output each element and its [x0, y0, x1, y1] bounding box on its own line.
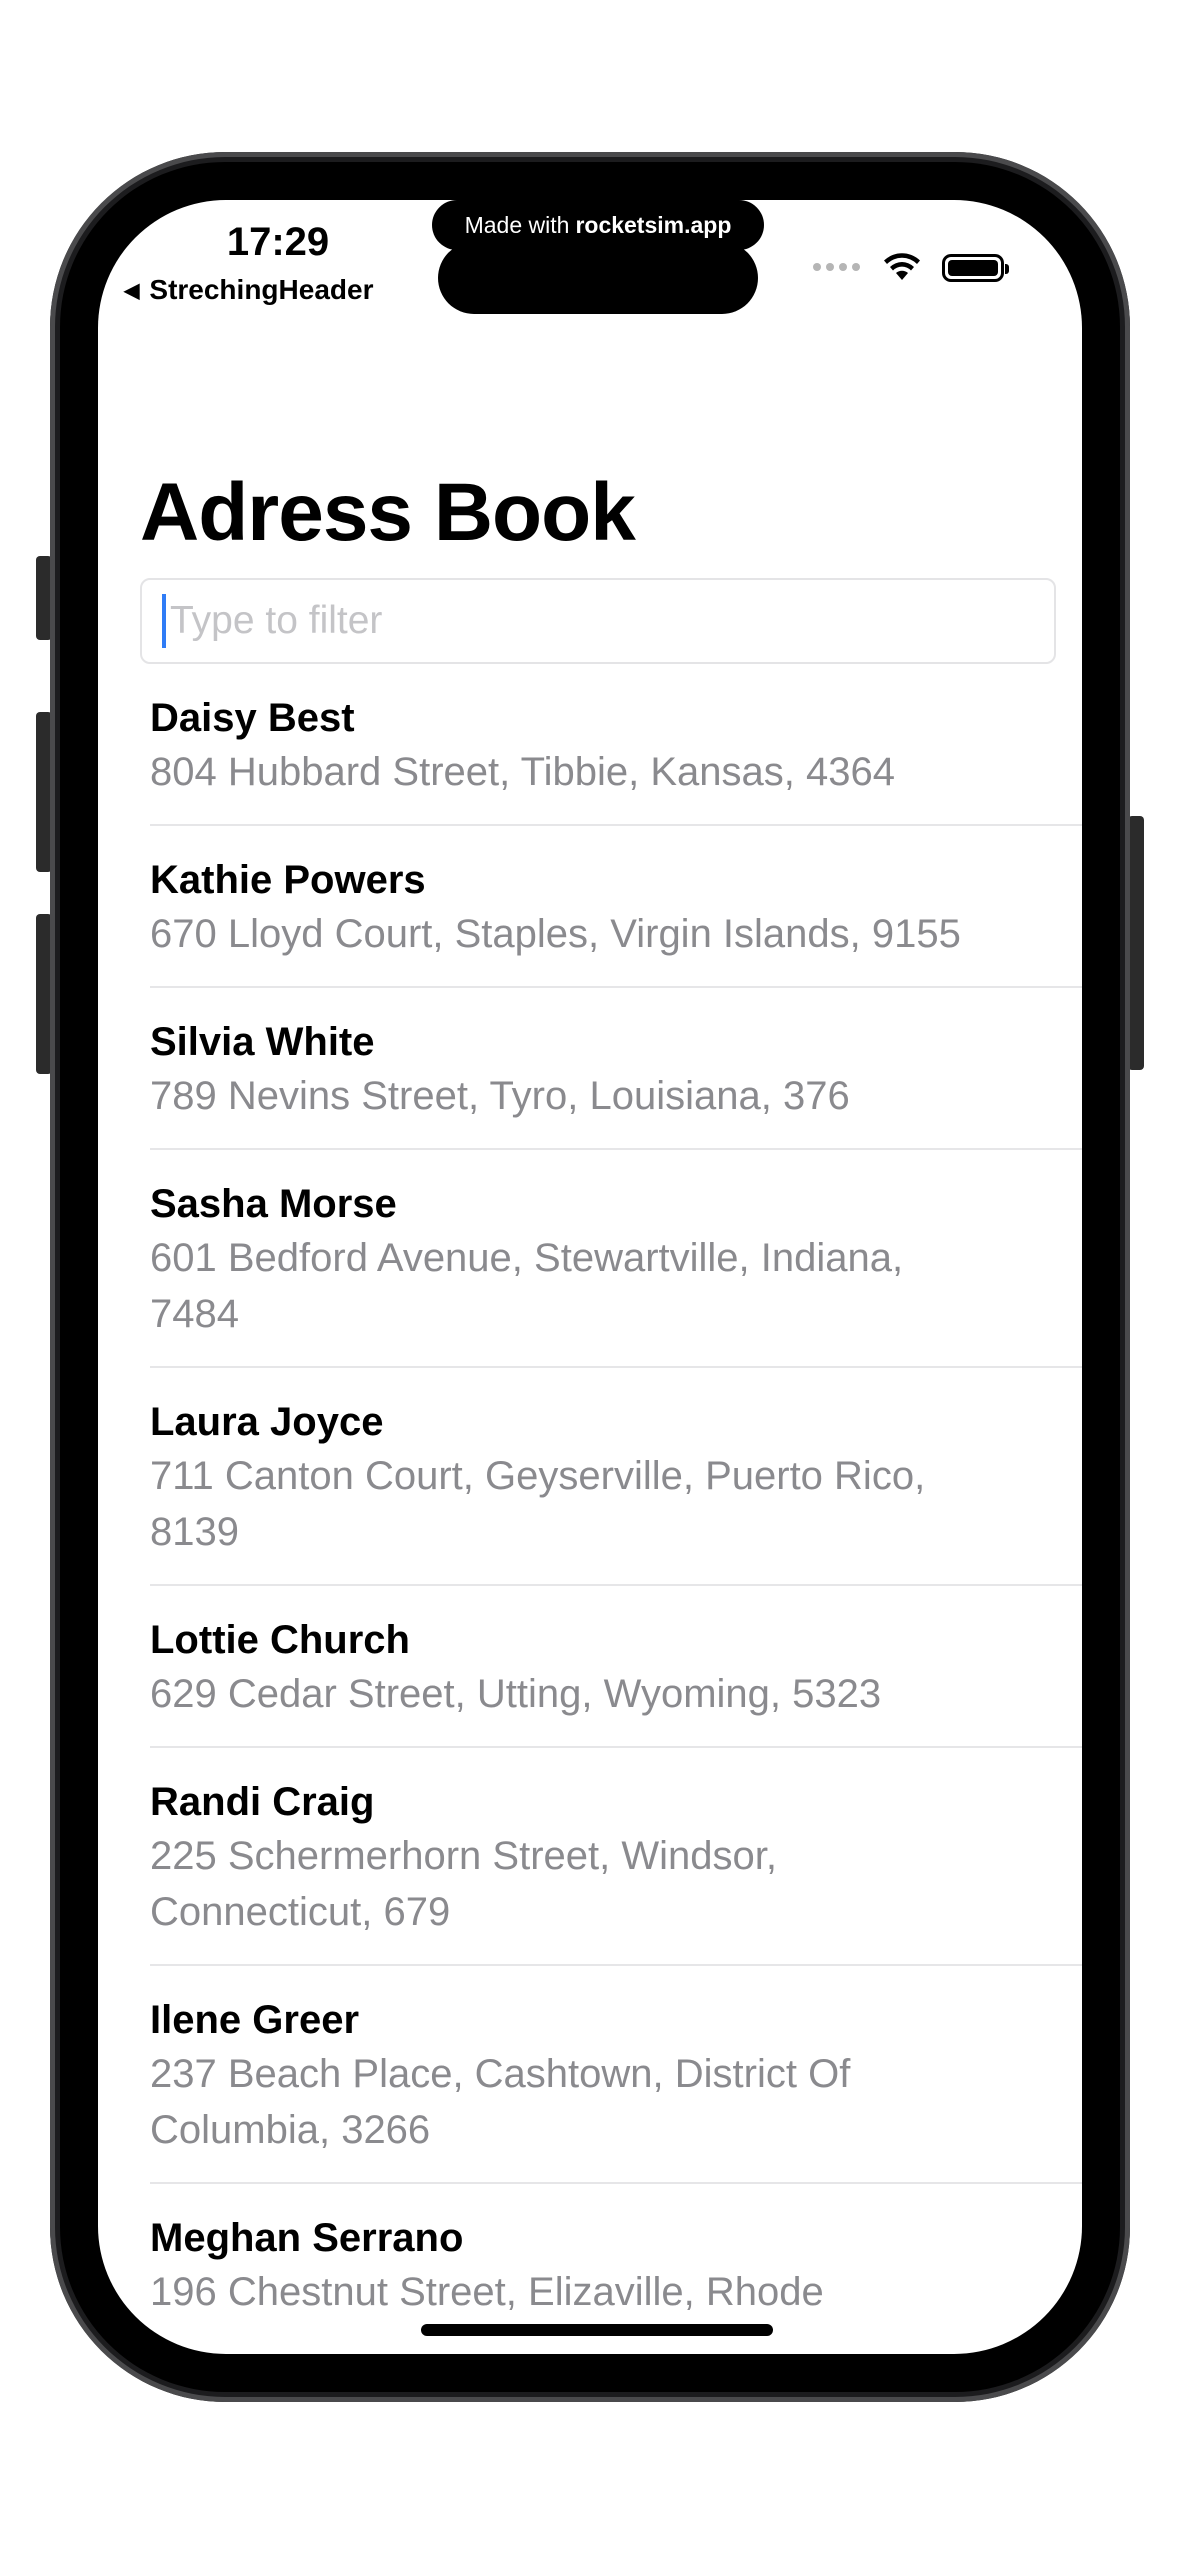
search-input[interactable]: Type to filter: [140, 578, 1056, 664]
back-label: StrechingHeader: [149, 274, 374, 305]
contact-list[interactable]: Daisy Best 804 Hubbard Street, Tibbie, K…: [150, 664, 1082, 2344]
contact-address: 601 Bedford Avenue, Stewartville, Indian…: [150, 1236, 904, 1336]
dynamic-island: [438, 242, 758, 314]
list-item[interactable]: Lottie Church 629 Cedar Street, Utting, …: [150, 1586, 1082, 1748]
contact-address: 225 Schermerhorn Street, Windsor, Connec…: [150, 1834, 777, 1934]
signal-dots-icon: [813, 263, 860, 271]
screen: 17:29 ◀ StrechingHeader Made with rocket…: [98, 200, 1082, 2354]
back-button[interactable]: ◀ StrechingHeader: [124, 274, 373, 306]
contact-address: 670 Lloyd Court, Staples, Virgin Islands…: [150, 912, 961, 956]
contact-address: 629 Cedar Street, Utting, Wyoming, 5323: [150, 1672, 882, 1716]
contact-name: Laura Joyce: [150, 1400, 384, 1444]
text-cursor: [162, 594, 166, 648]
contact-name: Kathie Powers: [150, 858, 426, 902]
battery-icon: [942, 254, 1009, 282]
list-item[interactable]: Sasha Morse 601 Bedford Avenue, Stewartv…: [150, 1150, 1082, 1368]
status-time: 17:29: [226, 220, 330, 264]
page-title: Adress Book: [140, 467, 636, 558]
power-button: [1128, 816, 1144, 1070]
list-item[interactable]: Laura Joyce 711 Canton Court, Geyservill…: [150, 1368, 1082, 1586]
list-item[interactable]: Ilene Greer 237 Beach Place, Cashtown, D…: [150, 1966, 1082, 2184]
phone-frame: 17:29 ◀ StrechingHeader Made with rocket…: [50, 152, 1130, 2402]
back-arrow-icon: ◀: [124, 279, 140, 302]
contact-address: 789 Nevins Street, Tyro, Louisiana, 376: [150, 1074, 850, 1118]
contact-name: Silvia White: [150, 1020, 375, 1064]
list-item[interactable]: Silvia White 789 Nevins Street, Tyro, Lo…: [150, 988, 1082, 1150]
phone-bezel: 17:29 ◀ StrechingHeader Made with rocket…: [60, 162, 1120, 2392]
contact-name: Randi Craig: [150, 1780, 375, 1824]
contact-name: Ilene Greer: [150, 1998, 360, 2042]
contact-address: 196 Chestnut Street, Elizaville, Rhode: [150, 2270, 824, 2314]
rocketsim-watermark: Made with rocketsim.app: [432, 200, 764, 250]
wifi-icon: [884, 253, 920, 280]
contact-name: Meghan Serrano: [150, 2216, 464, 2260]
watermark-brand: rocketsim.app: [575, 211, 732, 238]
contact-address: 237 Beach Place, Cashtown, District Of C…: [150, 2052, 851, 2152]
status-icons: [813, 252, 922, 282]
watermark-prefix: Made with: [464, 211, 570, 238]
list-item[interactable]: Randi Craig 225 Schermerhorn Street, Win…: [150, 1748, 1082, 1966]
search-placeholder: Type to filter: [170, 599, 383, 642]
contact-name: Lottie Church: [150, 1618, 410, 1662]
list-item[interactable]: Kathie Powers 670 Lloyd Court, Staples, …: [150, 826, 1082, 988]
contact-address: 711 Canton Court, Geyserville, Puerto Ri…: [150, 1454, 926, 1554]
list-item[interactable]: Meghan Serrano 196 Chestnut Street, Eliz…: [150, 2184, 1082, 2344]
home-indicator[interactable]: [421, 2324, 773, 2336]
contact-name: Sasha Morse: [150, 1182, 397, 1226]
list-item[interactable]: Daisy Best 804 Hubbard Street, Tibbie, K…: [150, 664, 1082, 826]
contact-name: Daisy Best: [150, 696, 355, 740]
contact-address: 804 Hubbard Street, Tibbie, Kansas, 4364: [150, 750, 895, 794]
